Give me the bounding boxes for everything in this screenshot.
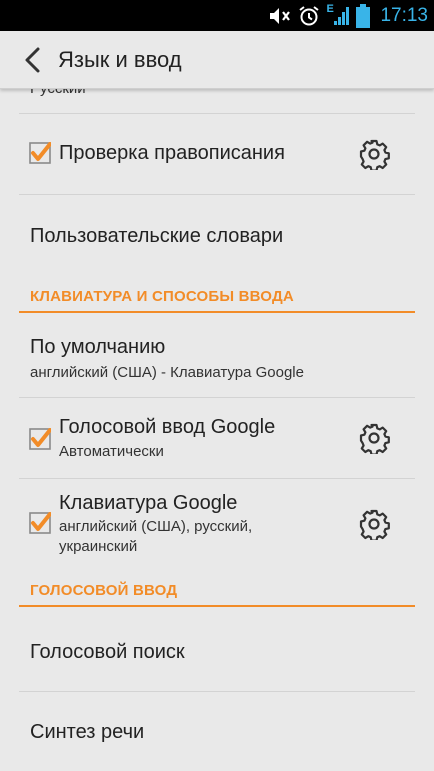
battery-icon [356,3,371,28]
voice-search-item[interactable]: Голосовой поиск [0,607,434,691]
tts-title: Синтез речи [30,721,145,743]
gear-icon[interactable] [358,508,390,540]
chevron-left-icon [25,47,40,73]
default-keyboard-summary: английский (США) - Клавиатура Google [30,364,304,381]
google-keyboard-summary: английский (США), русский, украинский [59,518,253,555]
google-keyboard-item[interactable]: Клавиатура Google английский (США), русс… [0,479,434,565]
action-bar: Язык и ввод [0,31,434,89]
back-button[interactable] [18,45,46,75]
google-keyboard-title: Клавиатура Google [59,492,238,514]
language-summary: Русский [30,89,86,99]
spell-check-item[interactable]: Проверка правописания [0,114,434,194]
google-voice-typing-summary: Автоматически [59,443,164,460]
section-header-keyboard: КЛАВИАТУРА И СПОСОБЫ ВВОДА [30,288,294,305]
checkbox-checked-icon[interactable] [29,512,51,534]
gear-icon[interactable] [358,138,390,170]
settings-list[interactable]: Русский Проверка правописания Пользовате… [0,89,434,771]
alarm-icon [298,5,320,27]
page-title: Язык и ввод [58,47,182,72]
gear-icon[interactable] [358,422,390,454]
google-voice-typing-title: Голосовой ввод Google [59,416,276,438]
signal-type-label: E [326,2,334,15]
section-header-voice: ГОЛОСОВОЙ ВВОД [30,582,178,599]
signal-e-icon: E [326,2,350,27]
status-bar: E 17:13 [0,0,434,31]
checkbox-checked-icon[interactable] [29,428,51,450]
default-keyboard-item[interactable]: По умолчанию английский (США) - Клавиату… [0,313,434,397]
google-voice-typing-item[interactable]: Голосовой ввод Google Автоматически [0,398,434,478]
user-dictionaries-title: Пользовательские словари [30,225,284,247]
mute-icon [268,5,292,27]
tts-item[interactable]: Синтез речи [0,692,434,771]
user-dictionaries-item[interactable]: Пользовательские словари [0,195,434,275]
spell-check-title: Проверка правописания [59,142,285,164]
default-keyboard-title: По умолчанию [30,336,166,358]
voice-search-title: Голосовой поиск [30,641,185,663]
clock: 17:13 [380,4,428,26]
checkbox-checked-icon[interactable] [29,142,51,164]
